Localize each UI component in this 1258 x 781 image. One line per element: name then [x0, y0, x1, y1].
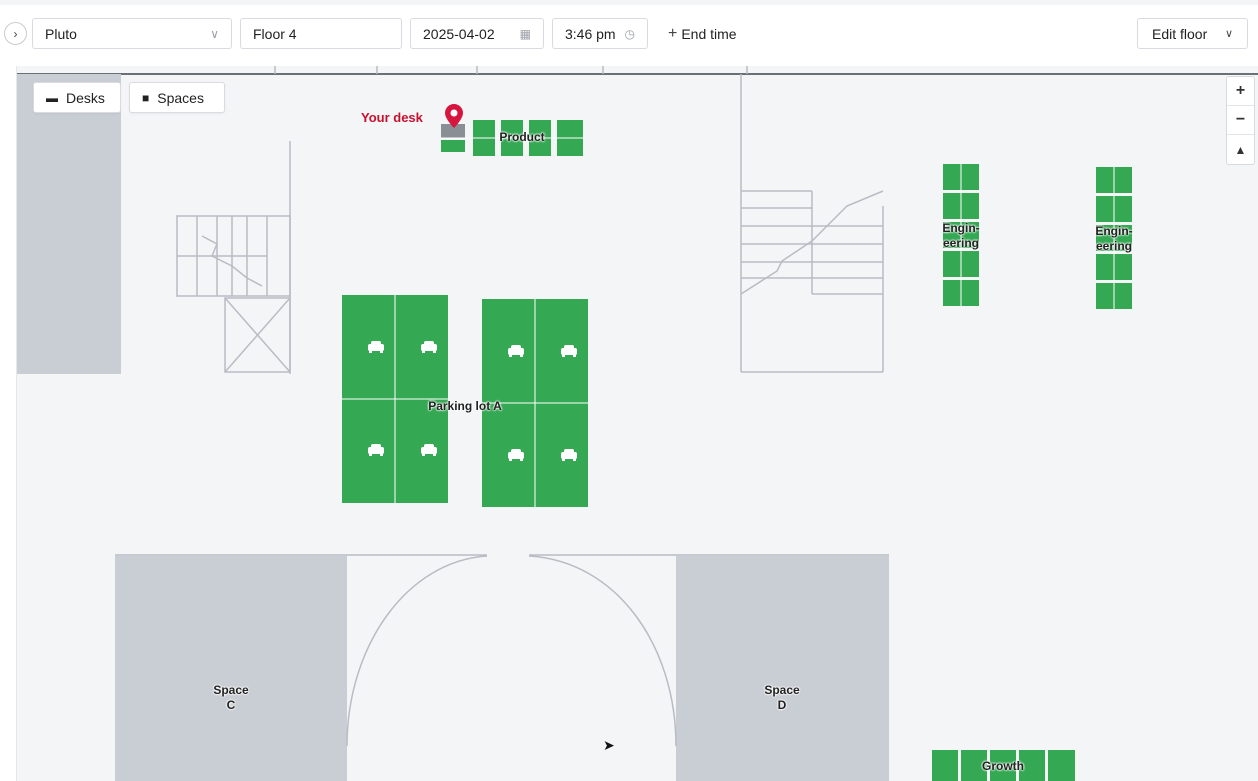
cube-icon: ■ [142, 90, 150, 105]
desk-icon: ▬ [46, 90, 58, 105]
compass-icon[interactable]: ▲ [1227, 135, 1254, 164]
floor-plan-canvas [17, 66, 1258, 781]
date-picker[interactable]: 2025-04-02 ▦ [410, 18, 544, 49]
location-value: Pluto [45, 25, 77, 42]
zoom-in-button[interactable]: + [1227, 77, 1254, 106]
end-time-label: End time [681, 25, 737, 42]
date-value: 2025-04-02 [423, 25, 495, 42]
top-toolbar: › Pluto ∨ Floor 4 2025-04-02 ▦ 3:46 pm ◷… [0, 0, 1258, 66]
zoom-controls: + − ▲ [1226, 76, 1255, 165]
clock-icon: ◷ [624, 26, 635, 41]
label-space-d: Space D [764, 683, 800, 712]
desk [441, 140, 465, 152]
desks-filter-label: Desks [66, 89, 105, 106]
label-product: Product [499, 130, 545, 144]
floor-map[interactable]: ▬ Desks ■ Spaces + − ▲ Your desk Product… [16, 66, 1258, 781]
calendar-icon: ▦ [519, 26, 531, 41]
time-value: 3:46 pm [565, 25, 616, 42]
plus-icon: + [668, 24, 678, 42]
your-desk-label: Your desk [361, 110, 423, 125]
left-stairwell [176, 141, 291, 374]
add-end-time-button[interactable]: + End time [668, 18, 737, 49]
floor-value: Floor 4 [253, 25, 297, 42]
label-parking-lot: Parking lot A [428, 399, 502, 413]
door-arc-right [528, 555, 677, 747]
label-space-c: Space C [213, 683, 249, 712]
label-engineering-right: Engin- eering [1095, 224, 1133, 253]
chevron-down-icon: ∨ [1224, 28, 1233, 40]
floor-select[interactable]: Floor 4 [240, 18, 402, 49]
location-select[interactable]: Pluto ∨ [32, 18, 232, 49]
spaces-filter-label: Spaces [157, 89, 204, 106]
room-space-d[interactable] [676, 556, 889, 781]
label-growth: Growth [982, 759, 1024, 773]
time-picker[interactable]: 3:46 pm ◷ [552, 18, 648, 49]
right-stairwell [740, 74, 884, 373]
edit-floor-button[interactable]: Edit floor ∨ [1137, 18, 1248, 49]
room-space-c[interactable] [115, 556, 347, 781]
chevron-right-icon[interactable]: › [4, 22, 27, 45]
desks-filter-button[interactable]: ▬ Desks [33, 82, 121, 113]
chevron-down-icon: ∨ [210, 26, 219, 41]
zoom-out-button[interactable]: − [1227, 106, 1254, 135]
door-arc-left [346, 555, 488, 747]
mouse-cursor-icon: ➤ [603, 737, 615, 753]
left-room [17, 74, 121, 374]
spaces-filter-button[interactable]: ■ Spaces [129, 82, 225, 113]
edit-floor-label: Edit floor [1152, 25, 1208, 42]
label-engineering-left: Engin- eering [942, 221, 980, 250]
